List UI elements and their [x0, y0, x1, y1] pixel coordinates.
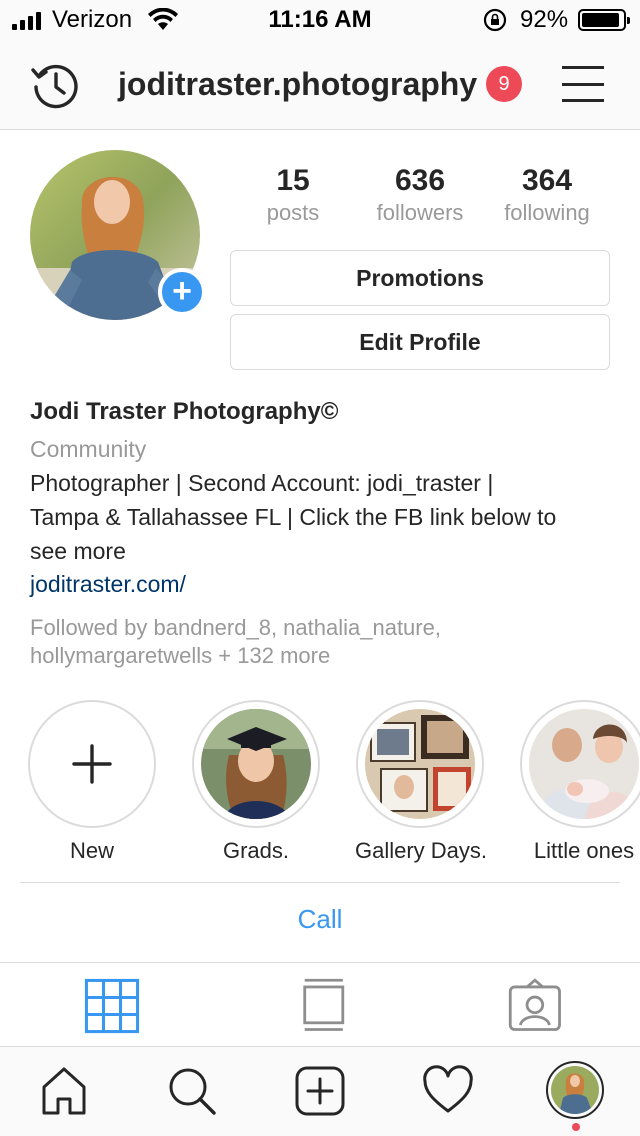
plus-icon	[72, 744, 112, 784]
followed-by[interactable]: Followed by bandnerd_8, nathalia_nature,…	[30, 614, 620, 670]
highlight-cover	[201, 709, 311, 819]
grid-icon[interactable]	[82, 978, 142, 1034]
profile-display-name: Jodi Traster Photography©	[30, 398, 339, 425]
tagged-icon[interactable]	[506, 978, 566, 1034]
bio-line: see more	[30, 538, 126, 564]
battery-icon	[578, 9, 630, 31]
profile-header: joditraster.photography 9	[0, 40, 640, 130]
call-button[interactable]: Call	[0, 904, 640, 935]
notification-badge[interactable]: 9	[486, 66, 522, 102]
highlight-little-ones[interactable]: Little ones	[519, 700, 640, 864]
highlight-gallery-days[interactable]: Gallery Days.	[355, 700, 488, 864]
profile-bio: Photographer | Second Account: jodi_tras…	[30, 466, 620, 568]
orientation-lock-icon	[483, 8, 507, 32]
highlight-cover	[529, 709, 639, 819]
highlight-grads[interactable]: Grads.	[191, 700, 321, 864]
feed-icon[interactable]	[296, 978, 356, 1034]
profile-tab-avatar[interactable]	[546, 1061, 604, 1119]
add-story-button[interactable]: +	[158, 268, 206, 316]
followers-stat[interactable]: 636 followers	[355, 164, 485, 226]
new-highlight-circle	[28, 700, 156, 828]
divider	[0, 962, 640, 963]
promotions-button[interactable]: Promotions	[230, 250, 610, 306]
profile-category: Community	[30, 436, 147, 462]
highlight-cover	[365, 709, 475, 819]
divider	[20, 882, 620, 883]
highlight-label: Gallery Days.	[355, 838, 488, 863]
followers-label: followers	[376, 200, 464, 225]
highlight-label: New	[69, 838, 114, 863]
following-count: 364	[521, 164, 573, 197]
new-post-icon[interactable]	[294, 1065, 346, 1117]
bio-line: Photographer | Second Account: jodi_tras…	[30, 470, 494, 496]
highlight-label: Little ones	[533, 838, 635, 863]
home-icon[interactable]	[38, 1065, 90, 1117]
bottom-navigation	[0, 1046, 640, 1136]
following-label: following	[504, 200, 590, 225]
status-bar: Verizon 11:16 AM 92%	[0, 0, 640, 40]
bio-line: Tampa & Tallahassee FL | Click the FB li…	[30, 504, 557, 530]
edit-profile-button[interactable]: Edit Profile	[230, 314, 610, 370]
followed-by-line: hollymargaretwells + 132 more	[30, 643, 331, 668]
followers-count: 636	[394, 164, 446, 197]
activity-icon[interactable]	[422, 1065, 474, 1117]
posts-stat[interactable]: 15 posts	[228, 164, 358, 226]
history-icon[interactable]	[30, 60, 80, 110]
highlight-label: Grads.	[222, 838, 290, 863]
posts-label: posts	[266, 200, 320, 225]
followed-by-line: Followed by bandnerd_8, nathalia_nature,	[30, 615, 441, 640]
search-icon[interactable]	[166, 1065, 218, 1117]
profile-notification-dot	[572, 1123, 580, 1131]
profile-username[interactable]: joditraster.photography	[118, 66, 477, 103]
posts-count: 15	[276, 164, 310, 197]
battery-percentage: 92%	[520, 6, 569, 33]
website-link[interactable]: joditraster.com/	[30, 571, 620, 598]
following-stat[interactable]: 364 following	[482, 164, 612, 226]
menu-icon[interactable]	[562, 66, 604, 102]
highlight-new[interactable]: New	[27, 700, 157, 864]
